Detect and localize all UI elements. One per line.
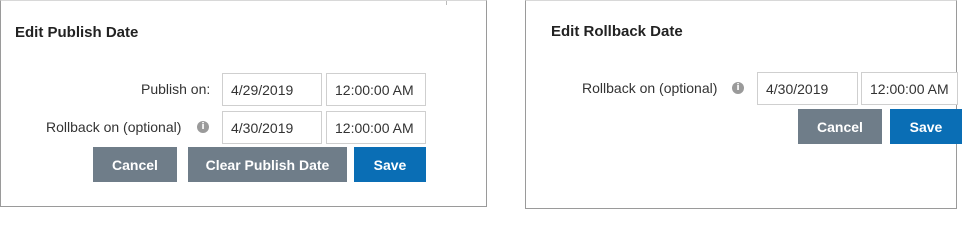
cancel-button[interactable]: Cancel (798, 109, 882, 144)
rollback-time-input[interactable] (861, 72, 958, 105)
rollback-on-label: Rollback on (optional) (582, 80, 718, 96)
rollback-on-label: Rollback on (optional) (46, 119, 182, 135)
dialog-title: Edit Publish Date (15, 24, 139, 41)
clear-publish-date-button[interactable]: Clear Publish Date (188, 147, 347, 182)
publish-on-label: Publish on: (141, 81, 211, 97)
info-icon[interactable]: i (732, 82, 744, 94)
publish-time-input[interactable] (326, 73, 426, 106)
rollback-date-input[interactable] (757, 72, 858, 105)
info-icon[interactable]: i (197, 121, 209, 133)
edit-publish-date-dialog: Edit Publish Date Publish on: Rollback o… (0, 0, 487, 207)
publish-date-input[interactable] (222, 73, 322, 106)
rollback-time-input[interactable] (326, 111, 426, 144)
dialog-title: Edit Rollback Date (551, 23, 683, 40)
cancel-button[interactable]: Cancel (93, 147, 177, 182)
save-button[interactable]: Save (890, 109, 962, 144)
save-button[interactable]: Save (354, 147, 426, 182)
divider-tick (446, 1, 447, 5)
rollback-date-input[interactable] (222, 111, 322, 144)
edit-rollback-date-dialog: Edit Rollback Date Rollback on (optional… (525, 0, 962, 209)
